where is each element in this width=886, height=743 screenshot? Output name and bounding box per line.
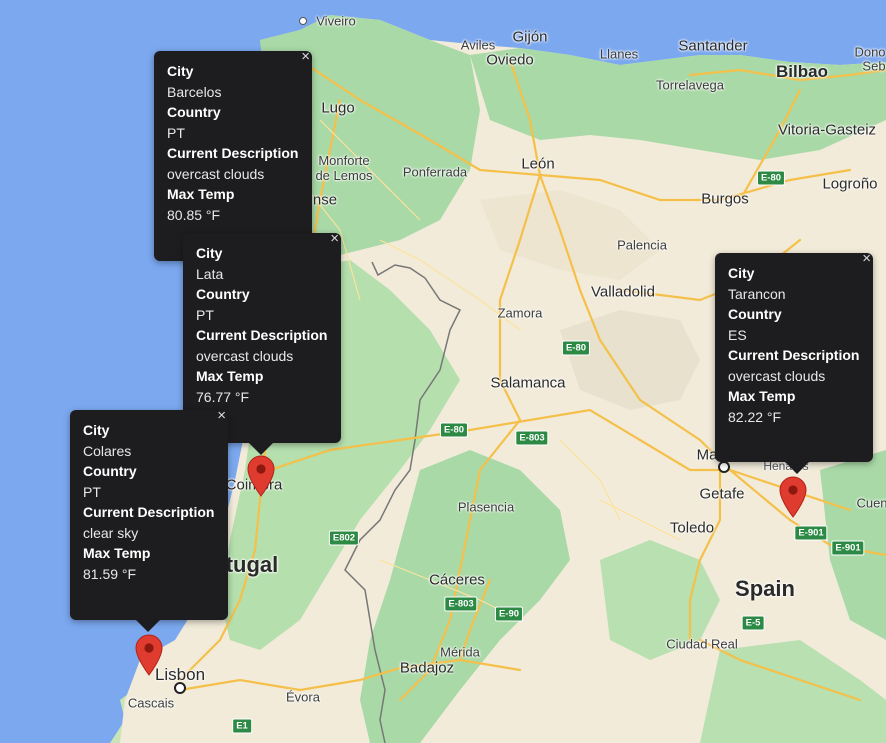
description-label: Current Description: [728, 347, 860, 363]
place-llanes: Llanes: [599, 46, 639, 62]
barcelos-infowindow: × City Barcelos Country PT Current Descr…: [154, 49, 312, 273]
description-value: overcast clouds: [728, 367, 826, 384]
map-canvas[interactable]: Viveiro Aviles Gijón Oviedo Llanes Santa…: [0, 0, 886, 743]
close-icon[interactable]: ×: [330, 231, 339, 247]
place-evora: Évora: [286, 689, 320, 705]
max-temp-label: Max Temp: [83, 545, 151, 561]
description-value: overcast clouds: [196, 347, 294, 364]
road-shield: E-80: [756, 170, 786, 186]
place-getafe: Getafe: [699, 485, 745, 503]
close-icon[interactable]: ×: [862, 251, 871, 267]
description-label: Current Description: [83, 504, 215, 520]
place-bilbao: Bilbao: [776, 62, 828, 81]
map-marker-icon[interactable]: [779, 476, 807, 518]
place-santander: Santander: [678, 37, 748, 55]
description-value: clear sky: [83, 524, 139, 541]
description-value: overcast clouds: [167, 165, 265, 182]
road-shield: E-90: [494, 606, 524, 622]
country-label: Country: [83, 463, 137, 479]
road-shield: E-5: [741, 615, 765, 631]
place-zamora: Zamora: [497, 305, 543, 321]
max-temp-value: 80.85 °F: [167, 206, 221, 223]
road-shield: E-803: [515, 430, 549, 446]
close-icon[interactable]: ×: [217, 408, 226, 424]
place-caceres: Cáceres: [429, 571, 485, 589]
description-label: Current Description: [196, 327, 328, 343]
place-cascais: Cascais: [127, 695, 175, 711]
place-oviedo: Oviedo: [486, 51, 534, 69]
map-marker-icon[interactable]: [247, 455, 275, 497]
country-label: Country: [196, 286, 250, 302]
max-temp-value: 81.59 °F: [83, 565, 137, 582]
city-label: City: [83, 422, 110, 438]
place-badajoz: Badajoz: [399, 659, 455, 677]
road-shield: E802: [328, 530, 360, 546]
place-lugo: Lugo: [321, 99, 355, 117]
colares-infowindow: × City Colares Country PT Current Descri…: [70, 408, 228, 632]
max-temp-value: 82.22 °F: [728, 408, 782, 425]
place-valladolid: Valladolid: [591, 283, 655, 301]
place-ciudadreal: Ciudad Real: [666, 636, 738, 652]
max-temp-value: 76.77 °F: [196, 388, 250, 405]
country-value: PT: [83, 483, 101, 500]
road-shield: E-80: [439, 422, 469, 438]
country-value: ES: [728, 326, 747, 343]
description-label: Current Description: [167, 145, 299, 161]
place-leon: León: [521, 155, 555, 173]
country-value: PT: [167, 124, 185, 141]
city-value: Barcelos: [167, 83, 222, 100]
max-temp-label: Max Temp: [167, 186, 235, 202]
max-temp-label: Max Temp: [196, 368, 264, 384]
tarancon-infowindow: × City Tarancon Country ES Current Descr…: [715, 251, 873, 474]
city-value: Lata: [196, 265, 224, 282]
city-label: City: [728, 265, 755, 281]
place-plasencia: Plasencia: [457, 499, 515, 515]
place-ponferrada: Ponferrada: [402, 164, 468, 180]
place-ourense: nse: [312, 191, 338, 209]
place-viveiro: Viveiro: [316, 13, 356, 29]
place-salamanca: Salamanca: [490, 374, 566, 392]
max-temp-label: Max Temp: [728, 388, 796, 404]
place-cuen: Cuen: [856, 495, 886, 511]
place-gijon: Gijón: [512, 28, 548, 46]
place-monforte: Monforte de Lemos: [315, 153, 373, 183]
road-shield: E1: [232, 718, 252, 734]
place-dono: Dono: [854, 44, 886, 60]
place-portugal: tugal: [225, 552, 279, 577]
map-marker-icon[interactable]: [135, 634, 163, 676]
viveiro-dot: [299, 17, 307, 25]
country-label: Country: [167, 104, 221, 120]
city-value: Colares: [83, 442, 132, 459]
place-palencia: Palencia: [617, 237, 667, 253]
place-burgos: Burgos: [701, 190, 749, 208]
close-icon[interactable]: ×: [301, 49, 310, 65]
place-spain: Spain: [735, 576, 795, 601]
madrid-capital-dot: [718, 461, 730, 473]
road-shield: E-901: [831, 540, 865, 556]
city-label: City: [196, 245, 223, 261]
country-value: PT: [196, 306, 214, 323]
place-vitoria: Vitoria-Gasteiz: [777, 121, 877, 139]
road-shield: E-80: [561, 340, 591, 356]
city-label: City: [167, 63, 194, 79]
city-value: Tarancon: [728, 285, 786, 302]
country-label: Country: [728, 306, 782, 322]
place-torrelavega: Torrelavega: [656, 77, 724, 93]
road-shield: E-803: [444, 596, 478, 612]
place-merida: Mérida: [440, 644, 480, 660]
place-logrono: Logroño: [822, 175, 878, 193]
place-toledo: Toledo: [669, 519, 715, 537]
place-aviles: Aviles: [460, 37, 496, 53]
place-seb: Seb: [862, 58, 886, 74]
road-shield: E-901: [794, 525, 828, 541]
